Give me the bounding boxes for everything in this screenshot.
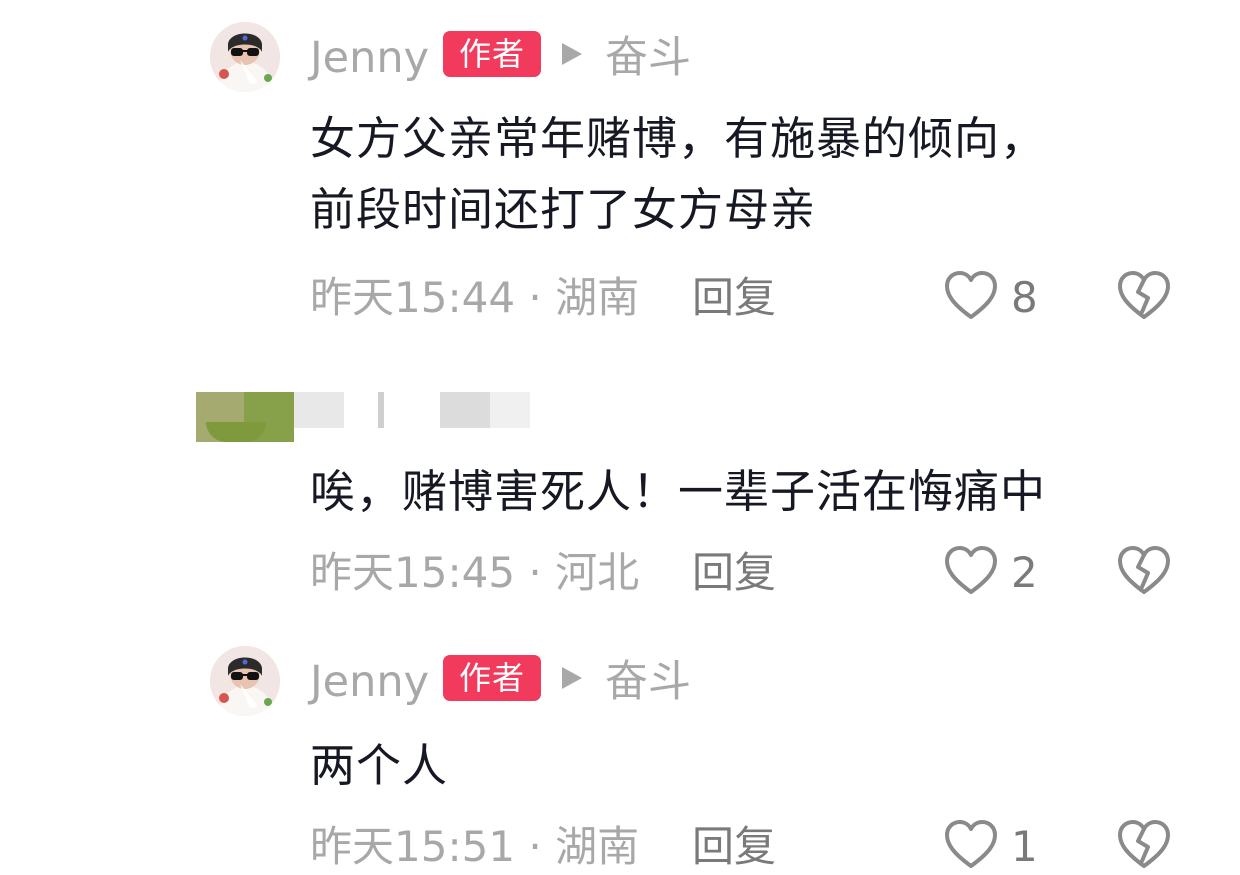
comment-text-line: 女方父亲常年赌博，有施暴的倾向， [310, 112, 1047, 165]
reply-button[interactable]: 回复 [692, 552, 776, 594]
comment-text-line: 两个人 [310, 739, 449, 792]
comment-time-location: 昨天15:45 · 河北 [310, 548, 640, 597]
author-badge: 作者 [443, 655, 541, 701]
play-triangle-icon [562, 667, 582, 689]
like-count: 2 [1011, 548, 1038, 597]
author-badge: 作者 [443, 31, 541, 77]
comment-item: Jenny 作者 奋斗 女方父亲常年赌博，有施暴的倾向， 前段时间还打了女方母亲… [0, 0, 1240, 340]
author-name-redacted [378, 392, 384, 428]
like-count: 8 [1011, 273, 1038, 322]
broken-heart-icon[interactable] [1116, 270, 1172, 322]
author-avatar[interactable] [210, 646, 280, 716]
comment-text: 两个人 [310, 730, 1150, 801]
like-count: 1 [1011, 822, 1038, 871]
heart-outline-icon[interactable] [943, 545, 999, 597]
comment-item: 唉，赌博害死人！一辈子活在悔痛中 昨天15:45 · 河北 回复 2 [0, 340, 1240, 620]
author-avatar[interactable] [210, 22, 280, 92]
broken-heart-icon[interactable] [1116, 545, 1172, 597]
comment-time-location: 昨天15:51 · 湖南 [310, 822, 640, 871]
reply-to-name[interactable]: 奋斗 [605, 37, 691, 80]
reply-button[interactable]: 回复 [692, 826, 776, 868]
heart-outline-icon[interactable] [943, 819, 999, 871]
author-name-redacted [294, 392, 344, 428]
comment-text: 唉，赌博害死人！一辈子活在悔痛中 [310, 456, 1150, 527]
comment-time-location: 昨天15:44 · 湖南 [310, 273, 640, 322]
author-name-redacted [490, 392, 530, 428]
broken-heart-icon[interactable] [1116, 819, 1172, 871]
author-name[interactable]: Jenny [310, 37, 429, 80]
play-triangle-icon [562, 43, 582, 65]
comment-text-line: 唉，赌博害死人！一辈子活在悔痛中 [310, 465, 1047, 518]
comment-item: Jenny 作者 奋斗 两个人 昨天15:51 · 湖南 回复 1 [0, 620, 1240, 868]
comment-text-line: 前段时间还打了女方母亲 [310, 183, 817, 236]
reply-to-name[interactable]: 奋斗 [605, 661, 691, 704]
author-name-redacted [440, 392, 490, 428]
reply-button[interactable]: 回复 [692, 277, 776, 319]
author-avatar[interactable] [196, 392, 294, 442]
comment-text: 女方父亲常年赌博，有施暴的倾向， 前段时间还打了女方母亲 [310, 103, 1150, 245]
heart-outline-icon[interactable] [943, 270, 999, 322]
author-name[interactable]: Jenny [310, 661, 429, 704]
